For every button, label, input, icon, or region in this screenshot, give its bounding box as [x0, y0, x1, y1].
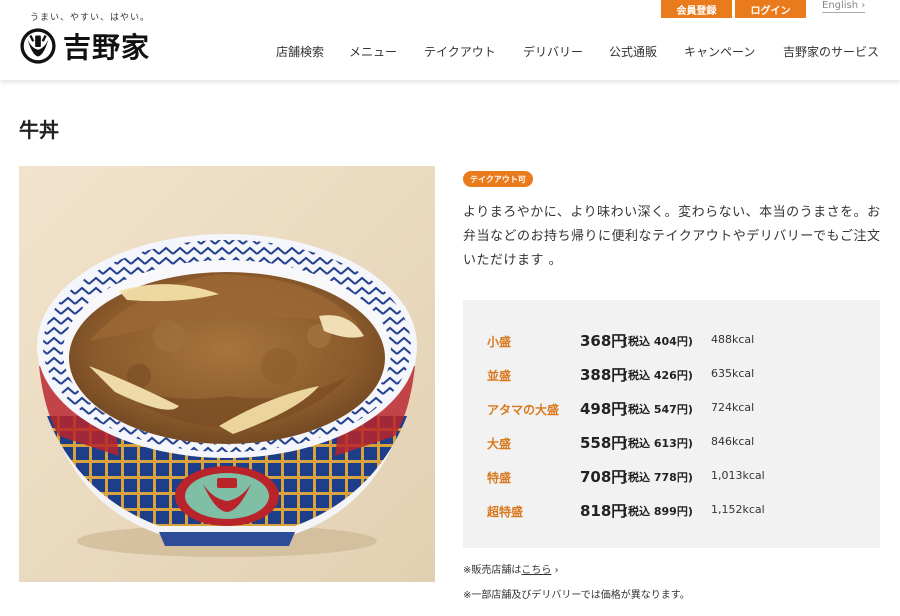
calories: 635kcal [711, 367, 755, 380]
nav-item-services[interactable]: 吉野家のサービス [783, 43, 879, 60]
english-link-label: English [822, 0, 859, 11]
calories: 724kcal [711, 401, 755, 414]
delivery-price-note: ※一部店舗及びデリバリーでは価格が異なります。 [463, 590, 690, 601]
member-register-button[interactable]: 会員登録 [661, 0, 732, 18]
tax-included-price: (税込 426円) [623, 369, 693, 382]
nav-item-menu[interactable]: メニュー [349, 43, 397, 60]
nav-item-store-search[interactable]: 店舗検索 [276, 43, 324, 60]
price-row: アタマの大盛 498円 (税込 547円) 724kcal [463, 398, 880, 418]
price-row: 小盛 368円 (税込 404円) 488kcal [463, 330, 880, 350]
tax-included-price: (税込 404円) [623, 335, 693, 348]
price-row: 並盛 388円 (税込 426円) 635kcal [463, 364, 880, 384]
tax-included-price: (税込 613円) [623, 437, 693, 450]
price-value: 368円 [580, 332, 627, 350]
yoshinoya-logo-icon [20, 28, 56, 64]
price-value: 558円 [580, 434, 627, 452]
tax-included-price: (税込 899円) [623, 505, 693, 518]
nav-item-campaign[interactable]: キャンペーン [684, 43, 755, 60]
calories: 1,152kcal [711, 503, 765, 516]
size-label: 超特盛 [487, 505, 524, 519]
calories: 846kcal [711, 435, 755, 448]
chevron-right-icon: › [861, 0, 866, 11]
price-row: 超特盛 818円 (税込 899円) 1,152kcal [463, 500, 880, 520]
tax-included-price: (税込 778円) [623, 471, 693, 484]
size-label: アタマの大盛 [487, 403, 560, 417]
chevron-right-icon: › [554, 565, 559, 576]
store-availability-note: ※販売店舗はこちら › [463, 561, 559, 576]
logo-text: 吉野家 [63, 31, 151, 64]
nav-item-takeout[interactable]: テイクアウト [424, 43, 496, 60]
price-value: 498円 [580, 400, 627, 418]
store-note-text: ※販売店舗は [463, 565, 522, 576]
calories: 488kcal [711, 333, 755, 346]
gyudon-image [19, 166, 435, 582]
size-label: 大盛 [487, 437, 512, 451]
size-label: 並盛 [487, 369, 512, 383]
price-value: 818円 [580, 502, 627, 520]
price-value: 708円 [580, 468, 627, 486]
login-button[interactable]: ログイン [735, 0, 806, 18]
tagline: うまい、やすい、はやい。 [30, 13, 151, 23]
site-header: うまい、やすい、はやい。 吉野家 会員登録 ログイン English › 店舗検… [0, 0, 900, 80]
size-label: 小盛 [487, 335, 512, 349]
english-link[interactable]: English › [822, 0, 866, 13]
price-row: 大盛 558円 (税込 613円) 846kcal [463, 432, 880, 452]
size-label: 特盛 [487, 471, 512, 485]
price-row: 特盛 708円 (税込 778円) 1,013kcal [463, 466, 880, 486]
logo-link[interactable]: 吉野家 [19, 26, 150, 66]
price-value: 388円 [580, 366, 627, 384]
takeout-badge: テイクアウト可 [463, 171, 533, 187]
price-table: 小盛 368円 (税込 404円) 488kcal 並盛 388円 (税込 42… [463, 300, 880, 548]
calories: 1,013kcal [711, 469, 765, 482]
nav-item-delivery[interactable]: デリバリー [523, 43, 583, 60]
page-title: 牛丼 [19, 118, 59, 142]
store-list-link[interactable]: こちら [521, 565, 551, 576]
nav-item-online-shop[interactable]: 公式通販 [609, 43, 657, 60]
product-description: よりまろやかに、より味わい深く。変わらない、本当のうまさを。お弁当などのお持ち帰… [463, 205, 881, 268]
tax-included-price: (税込 547円) [623, 403, 693, 416]
